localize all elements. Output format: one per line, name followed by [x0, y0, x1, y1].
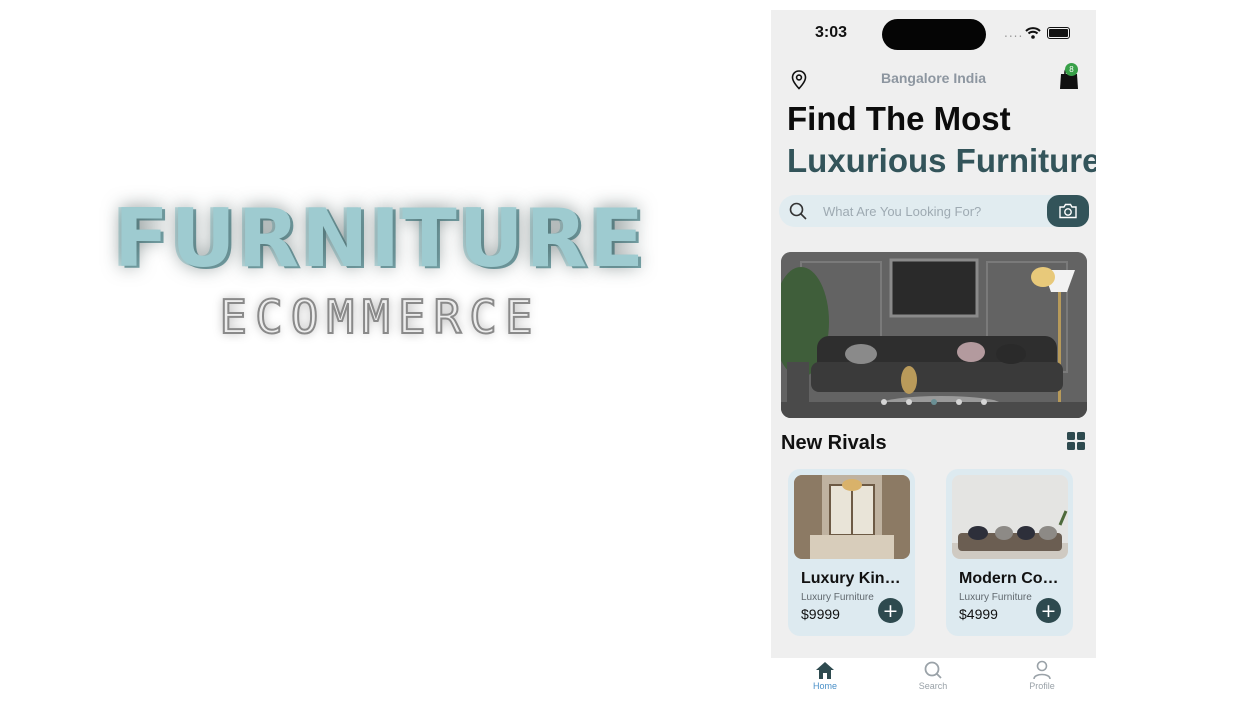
section-title: New Rivals: [781, 432, 887, 454]
tab-label: Home: [812, 681, 837, 691]
product-name: Luxury King Bed: [801, 570, 909, 587]
product-image: [794, 475, 910, 559]
product-price: $9999: [801, 606, 840, 622]
carousel-dot[interactable]: [880, 399, 887, 405]
add-to-cart-button[interactable]: +: [878, 598, 903, 623]
home-icon: [816, 662, 834, 679]
tab-label: Search: [918, 681, 948, 691]
carousel-indicator[interactable]: [781, 390, 1087, 409]
status-bar: 3:03 ....: [771, 10, 1096, 58]
cellular-signal-icon: ....: [1004, 26, 1024, 40]
header: Bangalore India 8: [771, 63, 1096, 96]
search-icon: [924, 661, 942, 679]
brand-logo: FURNITURE ECOMMERCE: [30, 140, 730, 380]
section-header: New Rivals: [781, 430, 1087, 458]
camera-search-button[interactable]: [1047, 195, 1089, 227]
location-label[interactable]: Bangalore India: [771, 70, 1096, 86]
search-icon: [789, 202, 807, 220]
carousel-dot[interactable]: [905, 399, 912, 405]
grid-view-icon[interactable]: [1067, 432, 1085, 450]
add-to-cart-button[interactable]: +: [1036, 598, 1061, 623]
logo-title: FURNITURE: [114, 192, 646, 285]
phone-screen: 3:03 .... Bangalore India 8 Find The Mos…: [771, 10, 1096, 702]
tab-profile[interactable]: Profile: [1007, 658, 1077, 702]
dynamic-island: [882, 19, 986, 50]
wifi-icon: [1025, 27, 1041, 39]
promo-banner-carousel[interactable]: [781, 252, 1087, 418]
tab-home[interactable]: Home: [790, 658, 860, 702]
bottom-tab-bar: Home Search Profile: [771, 658, 1096, 702]
status-time: 3:03: [815, 24, 848, 41]
tab-label: Profile: [1029, 681, 1055, 691]
product-card[interactable]: Modern Couch Luxury Furniture $4999 +: [946, 469, 1073, 636]
carousel-dot[interactable]: [981, 399, 988, 405]
user-icon: [1033, 660, 1051, 680]
product-price: $4999: [959, 606, 998, 622]
battery-icon: [1047, 27, 1070, 39]
logo-subtitle: ECOMMERCE: [218, 289, 541, 345]
search-input[interactable]: [823, 195, 1033, 227]
product-card[interactable]: Luxury King Bed Luxury Furniture $9999 +: [788, 469, 915, 636]
camera-icon: [1059, 203, 1077, 219]
hero-heading-line2: Luxurious Furniture: [787, 142, 1096, 179]
carousel-dot-active[interactable]: [931, 399, 937, 405]
hero-heading-line1: Find The Most: [787, 100, 1011, 137]
product-image: [952, 475, 1068, 559]
cart-count-badge: 8: [1065, 63, 1078, 76]
search-bar: [779, 195, 1089, 227]
product-category: Luxury Furniture: [801, 592, 874, 603]
product-name: Modern Couch: [959, 570, 1067, 587]
product-category: Luxury Furniture: [959, 592, 1032, 603]
tab-search[interactable]: Search: [898, 658, 968, 702]
carousel-dot[interactable]: [956, 399, 963, 405]
